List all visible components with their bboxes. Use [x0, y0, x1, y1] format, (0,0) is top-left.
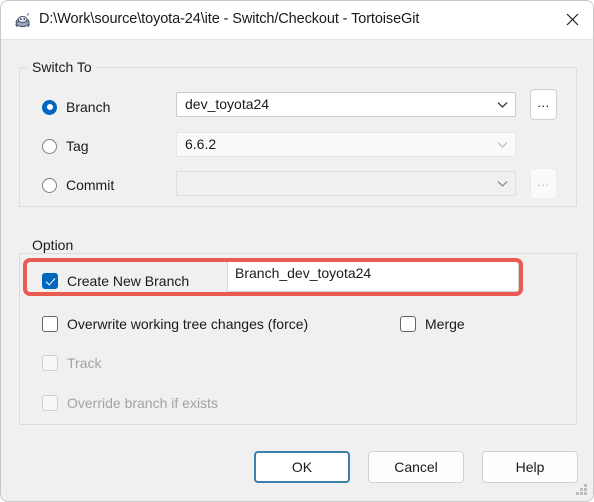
close-icon[interactable] [549, 1, 593, 38]
tag-combobox-value: 6.6.2 [185, 136, 217, 152]
checkbox-create-new-branch-indicator [42, 273, 58, 289]
checkbox-create-new-branch-label: Create New Branch [67, 273, 190, 289]
tag-combobox[interactable]: 6.6.2 [176, 132, 516, 157]
title-bar: D:\Work\source\toyota-24\ite - Switch/Ch… [1, 1, 593, 40]
checkbox-merge-label: Merge [425, 316, 465, 332]
ok-button[interactable]: OK [254, 451, 350, 483]
checkbox-overwrite-indicator [42, 316, 58, 332]
help-button[interactable]: Help [482, 451, 578, 483]
window-title: D:\Work\source\toyota-24\ite - Switch/Ch… [39, 11, 420, 27]
branch-browse-button[interactable]: ... [530, 89, 557, 120]
radio-branch-indicator [42, 99, 57, 115]
option-group-label: Option [27, 237, 79, 253]
tortoisegit-turtle-icon [14, 11, 32, 29]
radio-branch[interactable]: Branch [42, 97, 110, 117]
checkbox-overwrite-label: Overwrite working tree changes (force) [67, 316, 309, 332]
resize-grip[interactable] [575, 484, 588, 497]
checkbox-track: Track [42, 353, 101, 373]
radio-tag[interactable]: Tag [42, 136, 89, 156]
radio-branch-label: Branch [66, 99, 111, 115]
commit-combobox[interactable] [176, 171, 516, 196]
checkbox-merge-indicator [400, 316, 416, 332]
switch-to-group-label: Switch To [27, 59, 97, 75]
chevron-down-icon [497, 101, 508, 109]
switch-checkout-dialog: D:\Work\source\toyota-24\ite - Switch/Ch… [0, 0, 594, 502]
checkbox-create-new-branch[interactable]: Create New Branch [42, 271, 189, 291]
radio-tag-label: Tag [66, 138, 89, 154]
radio-commit-label: Commit [66, 177, 115, 193]
checkbox-merge[interactable]: Merge [400, 314, 465, 334]
branch-combobox-value: dev_toyota24 [185, 96, 270, 112]
commit-browse-button[interactable]: ... [530, 168, 557, 199]
chevron-down-icon [497, 141, 508, 149]
new-branch-name-value: Branch_dev_toyota24 [235, 265, 372, 281]
checkbox-override-indicator [42, 395, 58, 411]
radio-commit[interactable]: Commit [42, 175, 114, 195]
checkbox-track-indicator [42, 355, 58, 371]
branch-combobox[interactable]: dev_toyota24 [176, 92, 516, 117]
checkbox-overwrite-working-tree[interactable]: Overwrite working tree changes (force) [42, 314, 308, 334]
radio-tag-indicator [42, 138, 57, 154]
checkbox-override-branch: Override branch if exists [42, 393, 218, 413]
cancel-button[interactable]: Cancel [368, 451, 464, 483]
new-branch-name-input[interactable]: Branch_dev_toyota24 [227, 260, 519, 292]
radio-commit-indicator [42, 177, 57, 193]
checkbox-override-label: Override branch if exists [67, 395, 218, 411]
checkbox-track-label: Track [67, 355, 102, 371]
chevron-down-icon [497, 180, 508, 188]
